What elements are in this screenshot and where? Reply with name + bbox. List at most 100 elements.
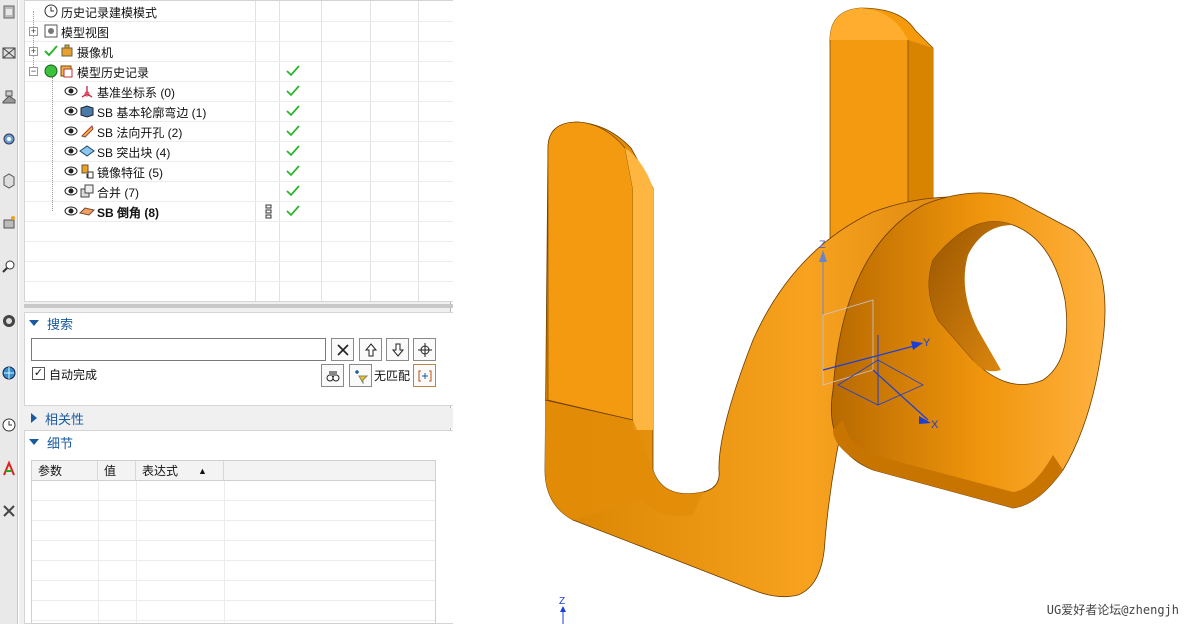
visibility-eye-icon[interactable] [63, 83, 79, 99]
visibility-eye-icon[interactable] [63, 123, 79, 139]
tree-node[interactable]: SB 法向开孔 (2) [25, 121, 461, 141]
axis-label-x: X [931, 419, 939, 431]
history-icon [59, 63, 75, 79]
gear-icon[interactable] [1, 128, 17, 150]
active-status-icon [43, 63, 59, 79]
unite-icon [79, 183, 95, 199]
expand-node-icon[interactable]: + [29, 27, 38, 36]
dependency-marker-icon [261, 203, 277, 219]
tree-node[interactable]: 历史记录建模模式 [25, 1, 461, 21]
web-browser-icon[interactable] [1, 255, 17, 277]
details-section-title: 细节 [47, 435, 74, 451]
find-previous-button[interactable] [359, 338, 382, 361]
constraint-navigator-icon[interactable] [1, 86, 17, 108]
view-triad: Z [559, 596, 566, 624]
autocomplete-checkbox[interactable]: ✓ [32, 367, 45, 380]
mirror-feature-icon [79, 163, 95, 179]
globe-icon[interactable] [1, 362, 17, 384]
view-triad-z-label: Z [559, 596, 565, 607]
column-header-value[interactable]: 值 [98, 461, 136, 481]
up-to-date-check-icon [285, 183, 301, 199]
expand-node-icon[interactable]: + [29, 47, 38, 56]
up-to-date-check-icon [285, 163, 301, 179]
part-navigator-icon[interactable] [1, 2, 17, 24]
tree-node-label: 合并 (7) [97, 186, 140, 200]
assembly-navigator-icon[interactable] [1, 42, 17, 64]
axis-label-y: Y [923, 337, 931, 349]
visibility-eye-icon[interactable] [63, 203, 79, 219]
locate-button[interactable] [413, 338, 436, 361]
search-section-header[interactable]: 搜索 [29, 313, 73, 333]
history-palette-icon[interactable] [1, 310, 17, 332]
search-section-title: 搜索 [47, 316, 74, 332]
collapse-icon [29, 439, 39, 445]
watermark-text: UG爱好者论坛@zhengjh [1046, 603, 1179, 617]
table-row [32, 601, 435, 621]
visibility-eye-icon[interactable] [63, 143, 79, 159]
tree-node[interactable]: + 模型视图 [25, 21, 461, 41]
visibility-eye-icon[interactable] [63, 183, 79, 199]
dependencies-section-title: 相关性 [45, 411, 85, 427]
tree-node[interactable]: + 摄像机 [25, 41, 461, 61]
bracket-icon [418, 370, 431, 381]
search-options-button[interactable] [321, 364, 344, 387]
visibility-eye-icon[interactable] [63, 103, 79, 119]
up-to-date-check-icon [285, 203, 301, 219]
tab-icon [79, 143, 95, 159]
details-table-header: 参数 值 表达式 ▲ [32, 461, 435, 481]
up-to-date-check-icon [285, 103, 301, 119]
tree-node-label: 基准坐标系 (0) [97, 86, 176, 100]
table-row [32, 481, 435, 501]
tree-node-label: 模型视图 [61, 26, 110, 40]
table-row [32, 541, 435, 561]
filter-icon [354, 369, 368, 384]
details-table: 参数 值 表达式 ▲ [31, 460, 436, 624]
visibility-eye-icon[interactable] [63, 163, 79, 179]
tree-node[interactable]: 基准坐标系 (0) [25, 81, 461, 101]
autocomplete-label: 自动完成 [49, 368, 98, 382]
contour-flange-icon [79, 103, 95, 119]
part-model-view[interactable]: Z Y X Z [453, 0, 1185, 624]
column-header-expression[interactable]: 表达式 ▲ [136, 461, 224, 481]
no-match-label: 无匹配 [374, 369, 411, 383]
tree-node-label: 历史记录建模模式 [61, 6, 158, 20]
arrow-up-icon [364, 342, 377, 356]
filter-button[interactable] [349, 364, 372, 387]
tree-node[interactable]: 合并 (7) [25, 181, 461, 201]
dependencies-panel [24, 408, 462, 428]
up-to-date-check-icon [285, 123, 301, 139]
tree-node[interactable]: − 模型历史记录 [25, 61, 461, 81]
roles-icon[interactable] [1, 500, 17, 522]
clock-icon[interactable] [1, 414, 17, 436]
column-header-parameter[interactable]: 参数 [32, 461, 98, 481]
tree-node[interactable]: SB 突出块 (4) [25, 141, 461, 161]
match-mode-button[interactable] [413, 364, 436, 387]
up-to-date-check-icon [285, 63, 301, 79]
tree-node[interactable]: SB 倒角 (8) [25, 201, 461, 221]
collapse-node-icon[interactable]: − [29, 67, 38, 76]
tree-node[interactable]: SB 基本轮廓弯边 (1) [25, 101, 461, 121]
details-section-header[interactable]: 细节 [29, 432, 73, 452]
tree-node-label: SB 倒角 (8) [97, 206, 160, 220]
table-row [32, 561, 435, 581]
tree-node-label: 模型历史记录 [77, 66, 150, 80]
clock-icon [43, 3, 59, 19]
clear-search-button[interactable] [331, 338, 354, 361]
search-input[interactable] [31, 338, 326, 361]
graphics-window[interactable]: Z Y X Z UG爱好者论坛@zhengjh [453, 0, 1185, 624]
up-to-date-check-icon [285, 83, 301, 99]
binoculars-icon [326, 370, 339, 381]
sort-ascending-icon: ▲ [198, 466, 207, 476]
find-next-button[interactable] [386, 338, 409, 361]
tree-node[interactable]: 镜像特征 (5) [25, 161, 461, 181]
panel-splitter[interactable] [24, 304, 462, 308]
checkmark-icon[interactable] [43, 43, 59, 59]
reuse-library-icon[interactable] [1, 170, 17, 192]
tree-node-label: SB 基本轮廓弯边 (1) [97, 106, 207, 120]
tree-node-label: SB 法向开孔 (2) [97, 126, 183, 140]
tree-node-label: 摄像机 [77, 46, 114, 60]
system-materials-icon[interactable] [1, 458, 17, 480]
hd3d-tools-icon[interactable] [1, 212, 17, 234]
model-view-icon [43, 23, 59, 39]
dependencies-section-header[interactable]: 相关性 [29, 408, 84, 428]
